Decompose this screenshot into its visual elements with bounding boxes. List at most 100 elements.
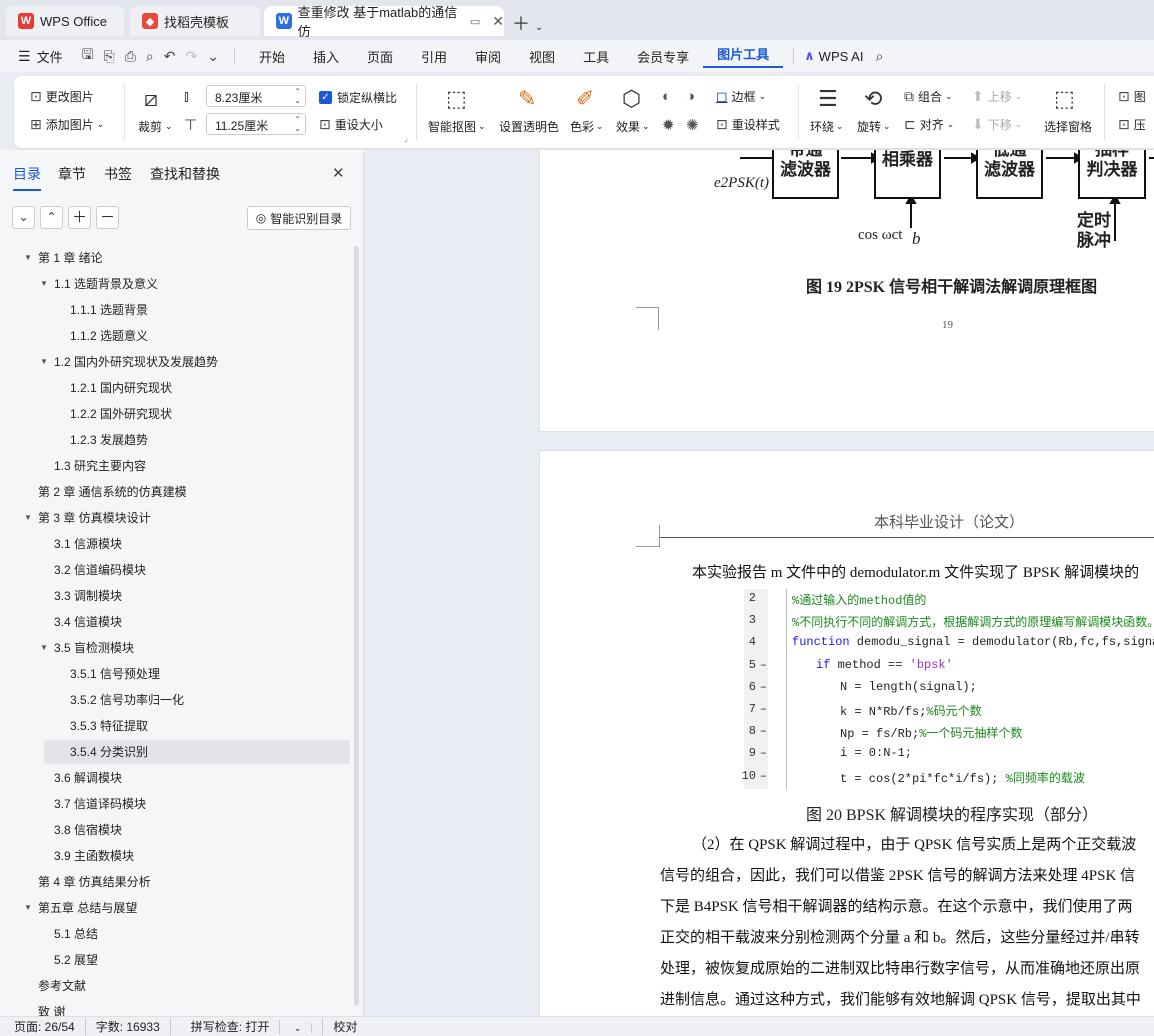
menu-view[interactable]: 视图 bbox=[515, 47, 569, 66]
redo-icon[interactable]: ↷ bbox=[186, 48, 198, 65]
align-button[interactable]: ⊏ 对齐 ⌄ bbox=[904, 116, 954, 133]
toc-item[interactable]: 3.5.3 特征提取 bbox=[44, 714, 350, 738]
toc-item[interactable]: 3.1 信源模块 bbox=[44, 532, 350, 556]
border-button[interactable]: ◻ 边框 ⌄ bbox=[716, 88, 766, 105]
toc-item[interactable]: 3.5.2 信号功率归一化 bbox=[44, 688, 350, 712]
expand-toggle-icon[interactable]: ▼ bbox=[24, 246, 32, 270]
toc-item[interactable]: 5.2 展望 bbox=[44, 948, 350, 972]
change-image-button[interactable]: ⊡ 更改图片 bbox=[30, 88, 94, 105]
toc-item[interactable]: 第 4 章 仿真结果分析 bbox=[38, 870, 350, 894]
picture-button[interactable]: ⊡ 图 bbox=[1118, 88, 1146, 105]
toc-item[interactable]: 1.2.3 发展趋势 bbox=[44, 428, 350, 452]
effect-button[interactable]: 效果 ⌄ bbox=[616, 118, 650, 135]
hamburger-icon[interactable]: ☰ bbox=[18, 48, 31, 65]
selection-pane-icon[interactable]: ⬚ bbox=[1054, 86, 1075, 112]
move-up-button[interactable]: ⬆ 上移 ⌄ bbox=[972, 88, 1022, 105]
expand-toggle-icon[interactable]: ▼ bbox=[24, 896, 32, 920]
wrap-button[interactable]: 环绕 ⌄ bbox=[810, 118, 844, 135]
tab-document[interactable]: W 查重修改 基于matlab的通信仿 ▭ ✕ bbox=[264, 5, 504, 39]
contrast-down-icon[interactable]: ◑ bbox=[686, 88, 695, 105]
toc-item[interactable]: 5.1 总结 bbox=[44, 922, 350, 946]
output-icon[interactable]: ⎘ bbox=[104, 48, 115, 65]
wps-ai-button[interactable]: WPS AI bbox=[819, 49, 864, 64]
toc-item[interactable]: 3.9 主函数模块 bbox=[44, 844, 350, 868]
menu-page[interactable]: 页面 bbox=[353, 47, 407, 66]
menu-file[interactable]: 文件 bbox=[31, 47, 77, 66]
toc-item[interactable]: ▼ 第五章 总结与展望 bbox=[24, 896, 350, 920]
search-icon[interactable]: ⌕ bbox=[875, 48, 883, 65]
print-icon[interactable]: ⎙ bbox=[125, 48, 136, 65]
width-field[interactable]: 8.23厘米 ⌃ ⌄ bbox=[206, 85, 306, 107]
crop-button[interactable]: 裁剪 ⌄ bbox=[138, 118, 173, 135]
toc-item[interactable]: 3.7 信道译码模块 bbox=[44, 792, 350, 816]
spin-arrows-icon[interactable]: ⌃ ⌄ bbox=[294, 115, 301, 133]
transparent-color-button[interactable]: 设置透明色 bbox=[499, 118, 559, 135]
save-icon[interactable]: 🖫 bbox=[82, 44, 94, 68]
toc-item[interactable]: 第 2 章 通信系统的仿真建模 bbox=[38, 480, 350, 504]
remove-heading-icon[interactable]: － bbox=[96, 206, 119, 229]
reset-style-button[interactable]: ⊡ 重设样式 bbox=[716, 116, 780, 133]
resize-button[interactable]: ⊡ 重设大小 bbox=[319, 116, 383, 133]
toc-item[interactable]: 1.1.1 选题背景 bbox=[44, 298, 350, 322]
menu-member[interactable]: 会员专享 bbox=[623, 47, 703, 66]
expand-toggle-icon[interactable]: ▼ bbox=[24, 506, 32, 530]
tab-toc[interactable]: 目录 bbox=[13, 164, 41, 191]
contrast-up-icon[interactable]: ◐ bbox=[662, 88, 671, 105]
word-count[interactable]: 字数: 16933 bbox=[86, 1018, 171, 1035]
add-heading-icon[interactable]: ＋ bbox=[68, 206, 91, 229]
undo-icon[interactable]: ↶ bbox=[164, 48, 176, 65]
toc-item[interactable]: 3.6 解调模块 bbox=[44, 766, 350, 790]
close-tab-icon[interactable]: ✕ bbox=[492, 13, 504, 30]
rotate-icon[interactable]: ⟲ bbox=[864, 86, 882, 112]
page-indicator[interactable]: 页面: 26/54 bbox=[0, 1018, 86, 1035]
wrap-icon[interactable]: ☰ bbox=[818, 86, 838, 112]
menu-picture-tools[interactable]: 图片工具 bbox=[703, 44, 784, 68]
selection-pane-button[interactable]: 选择窗格 bbox=[1044, 118, 1092, 135]
toc-item[interactable]: ▼ 第 1 章 绪论 bbox=[24, 246, 350, 270]
collapse-all-icon[interactable]: ⌃ bbox=[40, 206, 63, 229]
spell-check-status[interactable]: 拼写检查: 打开 ⌄ bbox=[171, 1018, 324, 1035]
menu-references[interactable]: 引用 bbox=[407, 47, 461, 66]
color-button[interactable]: 色彩 ⌄ bbox=[570, 118, 604, 135]
toc-item[interactable]: 1.2.1 国内研究现状 bbox=[44, 376, 350, 400]
toc-item[interactable]: ▼ 1.2 国内外研究现状及发展趋势 bbox=[40, 350, 350, 374]
toc-item[interactable]: 3.5.1 信号预处理 bbox=[44, 662, 350, 686]
toc-item[interactable]: 3.2 信道编码模块 bbox=[44, 558, 350, 582]
transparent-color-icon[interactable]: ✎ bbox=[518, 86, 536, 112]
print-preview-icon[interactable]: ⌕ bbox=[146, 48, 154, 65]
menu-review[interactable]: 审阅 bbox=[461, 47, 515, 66]
new-tab-button[interactable]: ＋ ⌄ bbox=[512, 10, 543, 36]
nav-scrollbar[interactable] bbox=[354, 246, 359, 1006]
tab-wps-office[interactable]: W WPS Office bbox=[6, 6, 124, 36]
menu-tools[interactable]: 工具 bbox=[569, 47, 623, 66]
toc-item[interactable]: ▼ 第 3 章 仿真模块设计 bbox=[24, 506, 350, 530]
color-icon[interactable]: ✐ bbox=[576, 86, 594, 112]
smart-toc-button[interactable]: ◎ 智能识别目录 bbox=[247, 206, 351, 230]
toc-item[interactable]: 3.8 信宿模块 bbox=[44, 818, 350, 842]
rotate-button[interactable]: 旋转 ⌄ bbox=[857, 118, 891, 135]
toc-item[interactable]: ▼ 1.1 选题背景及意义 bbox=[40, 272, 350, 296]
crop-icon[interactable]: ⧄ bbox=[144, 86, 158, 112]
lock-ratio-checkbox[interactable]: ✓ 锁定纵横比 bbox=[319, 89, 397, 106]
expand-toggle-icon[interactable]: ▼ bbox=[40, 350, 48, 374]
toc-item[interactable]: ▼ 3.5 盲检测模块 bbox=[40, 636, 350, 660]
toc-item[interactable]: 3.3 调制模块 bbox=[44, 584, 350, 608]
close-pane-icon[interactable]: ✕ bbox=[332, 164, 345, 182]
effect-icon[interactable]: ⬡ bbox=[622, 86, 641, 112]
compress-button[interactable]: ⊡ 压 bbox=[1118, 116, 1146, 133]
brightness-up-icon[interactable]: ✹ bbox=[662, 116, 675, 134]
toc-item[interactable]: 1.2.2 国外研究现状 bbox=[44, 402, 350, 426]
add-image-button[interactable]: ⊞ 添加图片 ⌄ bbox=[30, 116, 104, 133]
toc-item[interactable]: 3.5.4 分类识别 bbox=[44, 740, 350, 764]
tab-docer-templates[interactable]: ◆ 找稻壳模板 bbox=[130, 6, 260, 36]
brightness-down-icon[interactable]: ✺ bbox=[686, 116, 699, 134]
menu-insert[interactable]: 插入 bbox=[299, 47, 353, 66]
tab-find-replace[interactable]: 查找和替换 bbox=[150, 164, 220, 184]
toc-item[interactable]: 参考文献 bbox=[38, 974, 350, 998]
tab-bookmarks[interactable]: 书签 bbox=[104, 164, 132, 184]
toc-item[interactable]: 3.4 信道模块 bbox=[44, 610, 350, 634]
tab-chapters[interactable]: 章节 bbox=[58, 164, 86, 184]
expand-toggle-icon[interactable]: ▼ bbox=[40, 636, 48, 660]
proofread-button[interactable]: 校对 bbox=[323, 1018, 367, 1035]
move-down-button[interactable]: ⬇ 下移 ⌄ bbox=[972, 116, 1022, 133]
